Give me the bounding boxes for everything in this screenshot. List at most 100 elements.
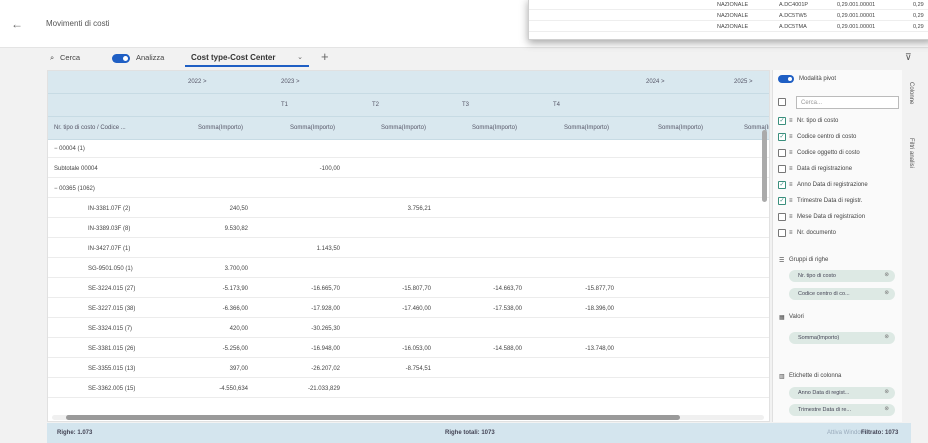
quarter-header[interactable]: T3 [462, 102, 469, 108]
drag-handle-icon[interactable]: ≡ [789, 118, 793, 124]
popup-row[interactable]: NAZIONALE A.DC4001P 0,29.001.00001 0,29 [529, 1, 928, 10]
table-cell: -21.033,829 [307, 386, 340, 392]
table-row[interactable]: SG-9501.050 (1) 3.700,00 [48, 260, 769, 278]
drag-handle-icon[interactable]: ≡ [789, 182, 793, 188]
search-button[interactable]: Cerca [60, 53, 80, 62]
table-cell: -16.053,00 [402, 346, 431, 352]
table-cell: -14.588,00 [493, 346, 522, 352]
table-row[interactable]: IN-3427.07F (1) 1.143,50 [48, 240, 769, 258]
table-row[interactable]: − 00365 (1062) [48, 180, 769, 198]
row-groups-label: Gruppi di righe [789, 257, 829, 263]
tab-columns[interactable]: Colonne [908, 82, 914, 104]
table-row[interactable]: SE-3324.015 (7) 420,00 -30.265,30 [48, 320, 769, 338]
search-icon[interactable]: ⌕ [50, 53, 54, 63]
value-header[interactable]: Somma(Importo) [472, 125, 517, 131]
back-arrow-icon[interactable]: ← [8, 15, 26, 33]
table-cell: -4.550,634 [219, 386, 248, 392]
year-header[interactable]: 2024 > [646, 79, 665, 85]
drag-handle-icon[interactable]: ≡ [789, 150, 793, 156]
drag-handle-icon[interactable]: ≡ [789, 134, 793, 140]
year-header[interactable]: 2022 > [188, 79, 207, 85]
vertical-scrollbar[interactable] [762, 130, 767, 202]
popup-cell: 0,29 [913, 13, 924, 19]
remove-chip-icon: ⊗ [884, 290, 889, 296]
popup-cell: NAZIONALE [717, 24, 749, 30]
year-header-row: 2022 > 2023 > 2024 > 2025 > [48, 71, 769, 94]
checkbox-icon[interactable]: ✓ [778, 197, 786, 205]
column-label-chip[interactable]: Anno Data di regist... ⊗ [789, 387, 895, 399]
table-row[interactable]: − 00004 (1) [48, 140, 769, 158]
table-row[interactable]: SE-3224.015 (27) -5.173,90 -16.665,70 -15.8… [48, 280, 769, 298]
value-header[interactable]: Somma(Importo) [198, 125, 243, 131]
pivot-grid: 2022 > 2023 > 2024 > 2025 > T1 T2 T3 T4 … [47, 70, 770, 422]
field-label: Anno Data di registrazione [797, 182, 868, 188]
remove-chip-icon: ⊗ [884, 389, 889, 395]
value-header[interactable]: Somma(Importo) [381, 125, 426, 131]
popup-row[interactable]: NAZIONALE A.DC5TW5 0,29.001.00001 0,29 [529, 12, 928, 21]
table-cell: 1.143,50 [316, 246, 340, 252]
table-row[interactable]: SE-3355.015 (13) 397,00 -26.207,02 -8.754,5… [48, 360, 769, 378]
drag-handle-icon[interactable]: ≡ [789, 230, 793, 236]
analyze-toggle[interactable] [112, 54, 130, 63]
row-field-header[interactable]: Nr. tipo di costo / Codice ... [54, 125, 126, 131]
popup-cell: 0,29 [913, 24, 924, 30]
table-cell: -8.754,51 [405, 366, 431, 372]
popup-cell: NAZIONALE [717, 2, 749, 8]
row-group-chip[interactable]: Nr. tipo di costo ⊗ [789, 270, 895, 282]
quarter-header[interactable]: T2 [372, 102, 379, 108]
popup-row[interactable]: NAZIONALE A.DC5TMA 0,29.001.00001 0,29 [529, 23, 928, 32]
scrollbar-thumb[interactable] [66, 415, 680, 420]
column-label-chip[interactable]: Trimestre Data di re... ⊗ [789, 404, 895, 416]
plus-icon[interactable]: + [321, 49, 329, 64]
row-label: SE-3355.015 (13) [88, 366, 136, 372]
table-cell: -17.538,00 [493, 306, 522, 312]
checkbox-icon[interactable] [778, 165, 786, 173]
field-search-input[interactable]: Cerca... [796, 96, 899, 109]
column-labels-label: Etichette di colonna [789, 373, 842, 379]
checkbox-icon[interactable]: ✓ [778, 181, 786, 189]
table-row[interactable]: SE-3381.015 (26) -5.256,00 -16.948,00 -16.0… [48, 340, 769, 358]
table-row[interactable]: SE-3362.005 (15) -4.550,634 -21.033,829 [48, 380, 769, 398]
year-header[interactable]: 2023 > [281, 79, 300, 85]
drag-handle-icon[interactable]: ≡ [789, 166, 793, 172]
table-row[interactable]: IN-3381.07F (2) 240,50 3.756,21 [48, 200, 769, 218]
table-cell: 3.756,21 [407, 206, 431, 212]
value-header[interactable]: Somma(Importo) [290, 125, 335, 131]
tab-cost-type-cost-center[interactable]: Cost type-Cost Center ⌄ [185, 49, 309, 67]
chevron-down-icon[interactable]: ⌄ [297, 53, 303, 61]
value-header[interactable]: Somma(Importo) [658, 125, 703, 131]
horizontal-scrollbar[interactable] [52, 415, 764, 420]
values-icon: ▦ [779, 315, 785, 321]
year-header[interactable]: 2025 > [734, 79, 753, 85]
row-label: Subtotale 00004 [54, 166, 98, 172]
table-cell: 420,00 [229, 326, 248, 332]
table-row[interactable]: Subtotale 00004 -100,00 [48, 160, 769, 178]
checkbox-icon[interactable]: ✓ [778, 133, 786, 141]
popup-cell: 0,29.001.00001 [837, 13, 876, 19]
select-all-checkbox[interactable] [778, 98, 786, 106]
table-cell: -18.396,00 [585, 306, 614, 312]
filter-icon[interactable]: ⊽ [905, 52, 912, 63]
value-header[interactable]: Somma(Importo) [564, 125, 609, 131]
checkbox-icon[interactable] [778, 229, 786, 237]
drag-handle-icon[interactable]: ≡ [789, 198, 793, 204]
table-cell: -5.256,00 [222, 346, 248, 352]
table-cell: 240,50 [229, 206, 248, 212]
checkbox-icon[interactable] [778, 213, 786, 221]
tab-filters[interactable]: Filtri analisi [908, 138, 914, 168]
popup-cell: A.DC4001P [779, 2, 809, 8]
row-label: SE-3362.005 (15) [88, 386, 136, 392]
row-group-chip[interactable]: Codice centro di co... ⊗ [789, 288, 895, 300]
status-bar: Righe: 1.073 Righe totali: 1073 Attiva W… [47, 423, 911, 443]
popup-cell: A.DC5TW5 [779, 13, 807, 19]
pivot-mode-toggle[interactable] [778, 75, 794, 83]
quarter-header[interactable]: T4 [553, 102, 560, 108]
table-cell: -17.460,00 [402, 306, 431, 312]
table-row[interactable]: SE-3227.015 (38) -6.366,00 -17.928,00 -17.4… [48, 300, 769, 318]
quarter-header[interactable]: T1 [281, 102, 288, 108]
value-chip[interactable]: Somma(Importo) ⊗ [789, 332, 895, 344]
checkbox-icon[interactable]: ✓ [778, 117, 786, 125]
checkbox-icon[interactable] [778, 149, 786, 157]
table-row[interactable]: IN-3389.03F (8) 9.530,82 [48, 220, 769, 238]
drag-handle-icon[interactable]: ≡ [789, 214, 793, 220]
